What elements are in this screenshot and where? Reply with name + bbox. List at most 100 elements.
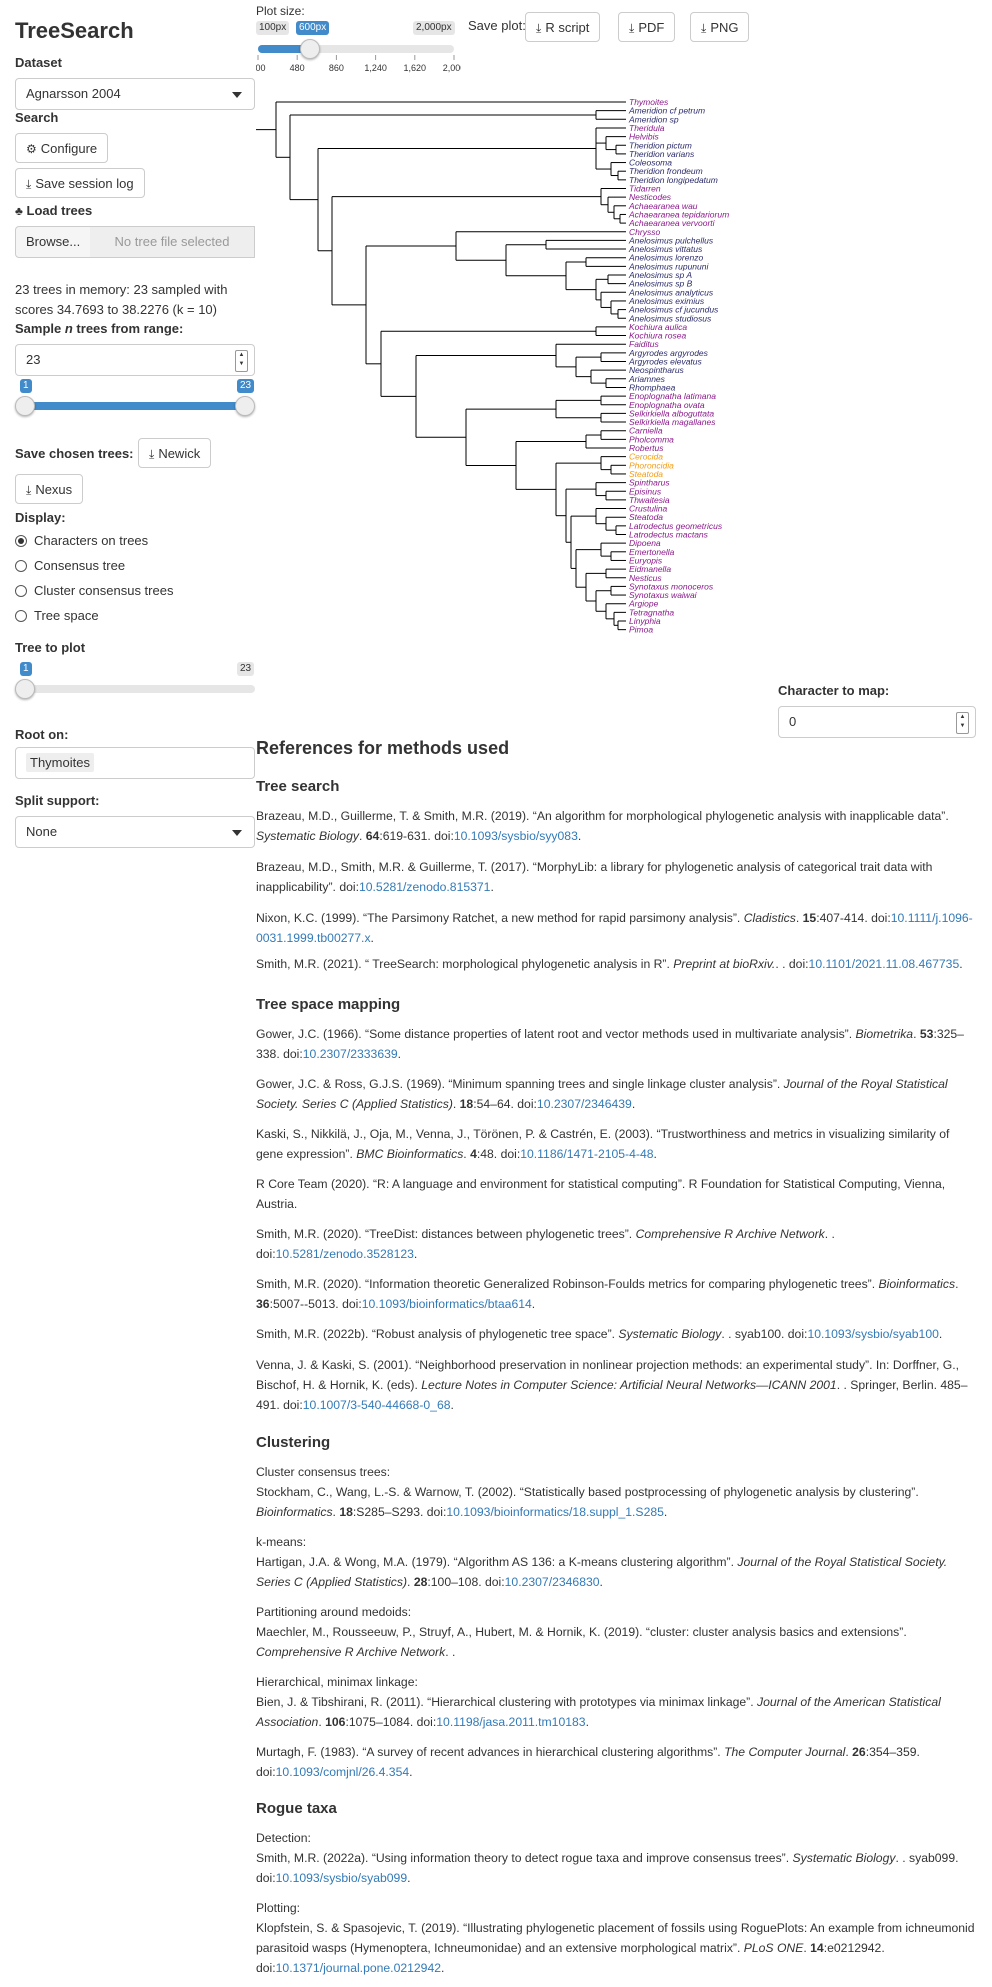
doi-link[interactable]: 10.1093/comjnl/26.4.354 bbox=[276, 1765, 410, 1779]
configure-button[interactable]: ⚙ Configure bbox=[15, 133, 109, 163]
radio-icon[interactable] bbox=[15, 610, 27, 622]
reference-text: Smith, M.R. (2020). “Information theoret… bbox=[256, 1277, 879, 1291]
plot-size-label: Plot size: bbox=[256, 4, 305, 18]
reference-category: Hierarchical, minimax linkage: bbox=[256, 1675, 418, 1689]
reference-end: . bbox=[585, 1715, 589, 1729]
doi-link[interactable]: 10.1093/sysbio/syab099 bbox=[276, 1871, 407, 1885]
reference-item: k-means: Hartigan, J.A. & Wong, M.A. (197… bbox=[256, 1532, 976, 1592]
display-option[interactable]: Tree space bbox=[15, 608, 99, 624]
display-option-label: Consensus tree bbox=[34, 558, 126, 573]
doi-link[interactable]: 10.2307/2333639 bbox=[303, 1047, 398, 1061]
reference-text: Stockham, C., Wang, L.-S. & Warnow, T. (… bbox=[256, 1485, 919, 1499]
reference-text: Bien, J. & Tibshirani, R. (2011). “Hiera… bbox=[256, 1695, 758, 1709]
reference-journal: The Computer Journal bbox=[724, 1745, 846, 1759]
doi-link[interactable]: 10.2307/2346830 bbox=[505, 1575, 600, 1589]
gears-icon: ⚙ bbox=[26, 142, 37, 156]
reference-text: Hartigan, J.A. & Wong, M.A. (1979). “Alg… bbox=[256, 1555, 738, 1569]
reference-end: . bbox=[653, 1147, 657, 1161]
download-icon: ⤓ bbox=[26, 483, 32, 497]
sample-count-input[interactable]: 23 ▲ ▼ bbox=[15, 344, 255, 376]
stepper-icon[interactable]: ▲ ▼ bbox=[956, 712, 969, 734]
save-session-log-button[interactable]: ⤓ Save session log bbox=[15, 168, 145, 198]
doi-link[interactable]: 10.1093/bioinformatics/btaa614 bbox=[362, 1297, 532, 1311]
doi-link[interactable]: 10.5281/zenodo.3528123 bbox=[276, 1247, 414, 1261]
reference-item: Nixon, K.C. (1999). “The Parsimony Ratch… bbox=[256, 911, 973, 945]
browse-button[interactable]: Browse... bbox=[15, 226, 92, 258]
reference-text: Brazeau, M.D., Guillerme, T. & Smith, M.… bbox=[256, 809, 949, 823]
app-title: TreeSearch bbox=[15, 18, 134, 43]
newick-button[interactable]: ⤓ Newick bbox=[138, 438, 212, 468]
tick-label: 1,240 bbox=[364, 63, 387, 73]
range-max-badge: 23 bbox=[237, 379, 255, 393]
reference-end: . bbox=[663, 1505, 668, 1519]
reference-pages: . doi: bbox=[782, 957, 809, 971]
doi-link[interactable]: 10.1093/sysbio/syy083 bbox=[454, 829, 578, 843]
reference-volume: 14 bbox=[810, 1941, 824, 1955]
character-to-map-value: 0 bbox=[789, 714, 797, 729]
plot-size-ticks: 100 480 860 1,240 1,620 2,000 bbox=[256, 55, 461, 73]
reference-journal: PLoS ONE bbox=[743, 1941, 804, 1955]
reference-pages: :100–108. doi: bbox=[427, 1575, 505, 1589]
section-heading: Tree space mapping bbox=[256, 996, 401, 1013]
doi-link[interactable]: 10.1198/jasa.2011.tm10183 bbox=[436, 1715, 585, 1729]
reference-item: Cluster consensus trees: Stockham, C., Wa… bbox=[256, 1462, 976, 1522]
file-name-field: No tree file selected bbox=[90, 226, 255, 258]
section-heading: Tree search bbox=[256, 778, 340, 795]
doi-link[interactable]: 10.5281/zenodo.815371 bbox=[359, 880, 490, 894]
download-icon: ⤓ bbox=[26, 177, 32, 191]
tree-slider-handle[interactable] bbox=[15, 679, 35, 699]
doi-link[interactable]: 10.2307/2346439 bbox=[537, 1097, 632, 1111]
reference-category: Cluster consensus trees: bbox=[256, 1465, 391, 1479]
root-on-input[interactable]: Thymoites bbox=[15, 747, 255, 779]
reference-end: . bbox=[407, 1871, 411, 1885]
reference-item: Smith, M.R. (2020). “Information theoret… bbox=[256, 1277, 959, 1311]
reference-end: . bbox=[490, 880, 494, 894]
reference-journal: BMC Bioinformatics bbox=[356, 1147, 464, 1161]
pdf-button[interactable]: ⤓ PDF bbox=[618, 12, 676, 42]
doi-link[interactable]: 10.1186/1471-2105-4-48 bbox=[520, 1147, 653, 1161]
character-to-map-input[interactable]: 0 ▲ ▼ bbox=[778, 706, 976, 738]
doi-link[interactable]: 10.1007/3-540-44668-0_68 bbox=[303, 1398, 451, 1412]
r-script-button[interactable]: ⤓ R script bbox=[525, 12, 601, 42]
sample-count-value: 23 bbox=[26, 352, 41, 367]
reference-item: Smith, M.R. (2022b). “Robust analysis of… bbox=[256, 1327, 943, 1341]
reference-item: Brazeau, M.D., Smith, M.R. & Guillerme, … bbox=[256, 857, 976, 897]
display-option-label: Characters on trees bbox=[34, 533, 149, 548]
tick-label: 1,620 bbox=[404, 63, 427, 73]
reference-end: . bbox=[599, 1575, 603, 1589]
reference-pages: :619-631. doi: bbox=[379, 829, 454, 843]
radio-icon[interactable] bbox=[15, 560, 27, 572]
doi-link[interactable]: 10.1371/journal.pone.0212942 bbox=[276, 1961, 441, 1975]
doi-link[interactable]: 10.1093/sysbio/syab100 bbox=[807, 1327, 938, 1341]
radio-icon[interactable] bbox=[15, 535, 27, 547]
section-heading: Clustering bbox=[256, 1434, 331, 1451]
chevron-down-icon bbox=[232, 830, 242, 836]
taxon-label: Pimoa bbox=[629, 625, 653, 635]
tree-icon: ♣ bbox=[15, 204, 23, 218]
reference-text: Smith, M.R. (2022a). “Using information … bbox=[256, 1851, 793, 1865]
display-option-label: Cluster consensus trees bbox=[34, 583, 174, 598]
reference-item: Plotting: Klopfstein, S. & Spasojevic, T.… bbox=[256, 1898, 976, 1978]
dataset-select[interactable]: Agnarsson 2004 bbox=[15, 78, 255, 110]
display-option-label: Tree space bbox=[34, 608, 99, 623]
reference-end: . bbox=[631, 1097, 636, 1111]
stepper-icon[interactable]: ▲ ▼ bbox=[235, 350, 248, 372]
display-option[interactable]: Cluster consensus trees bbox=[15, 583, 173, 599]
load-trees-label: ♣ Load trees bbox=[15, 203, 93, 218]
display-option[interactable]: Characters on trees bbox=[15, 533, 148, 549]
range-slider-max-handle[interactable] bbox=[235, 396, 255, 416]
doi-link[interactable]: 10.1101/2021.11.08.467735 bbox=[809, 957, 960, 971]
split-support-select[interactable]: None bbox=[15, 816, 255, 848]
doi-link[interactable]: 10.1093/bioinformatics/18.suppl_1.S285 bbox=[446, 1505, 664, 1519]
png-button[interactable]: ⤓ PNG bbox=[690, 12, 750, 42]
display-option[interactable]: Consensus tree bbox=[15, 558, 125, 574]
chevron-down-icon bbox=[232, 92, 242, 98]
radio-icon[interactable] bbox=[15, 585, 27, 597]
reference-volume: 18 bbox=[339, 1505, 353, 1519]
reference-journal: Systematic Biology bbox=[792, 1851, 896, 1865]
reference-journal: Bioinformatics bbox=[878, 1277, 956, 1291]
nexus-button[interactable]: ⤓ Nexus bbox=[15, 474, 84, 504]
range-slider-min-handle[interactable] bbox=[15, 396, 35, 416]
reference-end: . bbox=[577, 829, 582, 843]
split-support-value: None bbox=[26, 824, 58, 839]
